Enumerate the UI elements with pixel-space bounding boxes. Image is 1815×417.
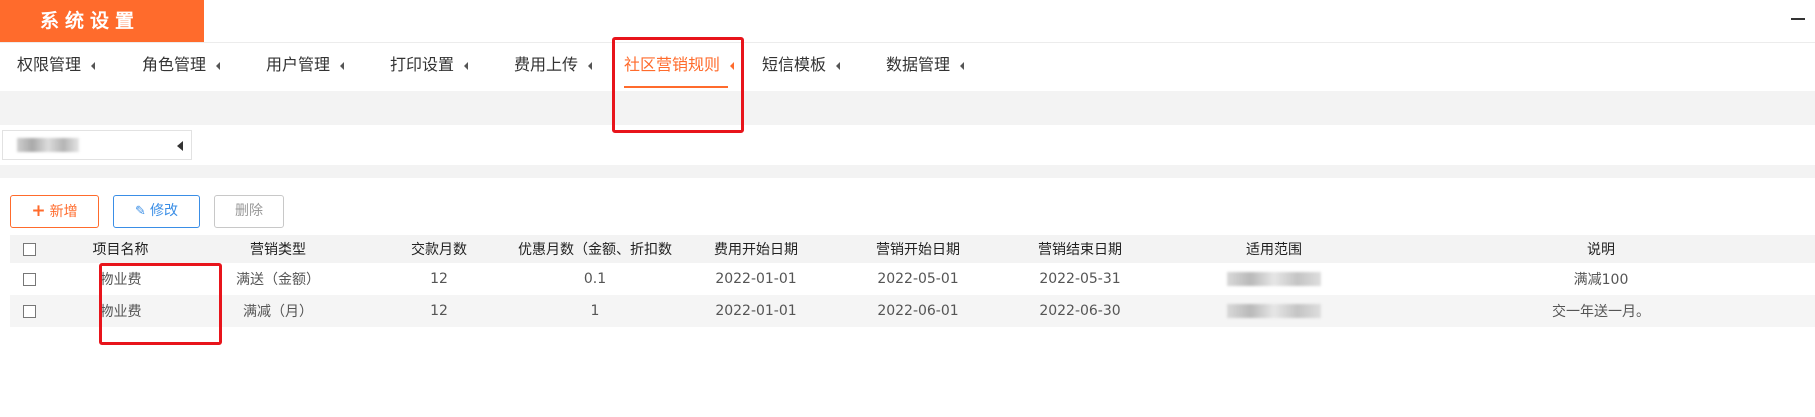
- caret-left-icon: [960, 61, 965, 70]
- tab-fee-upload[interactable]: 费用上传: [514, 42, 593, 90]
- column-header: 费用开始日期: [675, 235, 837, 263]
- filter-band: [0, 91, 1815, 125]
- column-header: 营销类型: [193, 235, 363, 263]
- row-select-cell: [10, 263, 48, 295]
- window-title: 系统设置: [0, 0, 204, 42]
- cell-scope: [1161, 263, 1387, 295]
- column-header: 项目名称: [48, 235, 193, 263]
- highlight-box-active-tab: [612, 37, 744, 133]
- community-select[interactable]: [2, 130, 192, 160]
- caret-left-icon: [91, 61, 96, 70]
- cell-scope: [1161, 295, 1387, 327]
- table-row[interactable]: 物业费 满减（月） 12 1 2022-01-01 2022-06-01 202…: [10, 295, 1815, 327]
- minimize-icon[interactable]: [1791, 18, 1805, 20]
- cell-note: 交一年送一月。: [1387, 295, 1815, 327]
- cell-fee-start: 2022-01-01: [675, 263, 837, 295]
- column-header: 适用范围: [1161, 235, 1387, 263]
- column-header: 营销结束日期: [999, 235, 1161, 263]
- tab-sms-template[interactable]: 短信模板: [762, 42, 841, 90]
- cell-promo-end: 2022-05-31: [999, 263, 1161, 295]
- title-bar: 系统设置: [0, 0, 1815, 43]
- caret-left-icon: [340, 61, 345, 70]
- cell-discount: 0.1: [515, 263, 675, 295]
- cell-promo-end: 2022-06-30: [999, 295, 1161, 327]
- table-row[interactable]: 物业费 满送（金额） 12 0.1 2022-01-01 2022-05-01 …: [10, 263, 1815, 295]
- tab-roles[interactable]: 角色管理: [142, 42, 221, 90]
- cell-promo-start: 2022-06-01: [837, 295, 999, 327]
- caret-left-icon: [177, 141, 183, 151]
- edit-button[interactable]: ✎ 修改: [113, 195, 200, 228]
- cell-months: 12: [363, 295, 515, 327]
- caret-left-icon: [464, 61, 469, 70]
- cell-fee-start: 2022-01-01: [675, 295, 837, 327]
- tab-users[interactable]: 用户管理: [266, 42, 345, 90]
- redacted-value: [17, 138, 79, 152]
- row-checkbox[interactable]: [22, 304, 36, 318]
- column-header: 营销开始日期: [837, 235, 999, 263]
- tab-permission[interactable]: 权限管理: [17, 42, 96, 90]
- row-select-cell: [10, 295, 48, 327]
- tab-data-management[interactable]: 数据管理: [886, 42, 965, 90]
- plus-icon: +: [31, 201, 46, 221]
- caret-left-icon: [588, 61, 593, 70]
- delete-button[interactable]: 删除: [214, 195, 284, 228]
- cell-months: 12: [363, 263, 515, 295]
- cell-discount: 1: [515, 295, 675, 327]
- caret-left-icon: [836, 61, 841, 70]
- table-header-row: 项目名称 营销类型 交款月数 优惠月数（金额、折扣数 费用开始日期 营销开始日期…: [10, 235, 1815, 263]
- select-all-checkbox[interactable]: [22, 242, 36, 256]
- redacted-value: [1227, 304, 1321, 318]
- column-header: 交款月数: [363, 235, 515, 263]
- pencil-icon: ✎: [135, 204, 146, 219]
- top-nav: 权限管理 角色管理 用户管理 打印设置 费用上传 社区营销规则 短信模板 数据管…: [0, 42, 1815, 90]
- column-header: 优惠月数（金额、折扣数: [515, 235, 675, 263]
- column-header: 说明: [1387, 235, 1815, 263]
- cell-promo-start: 2022-05-01: [837, 263, 999, 295]
- add-button[interactable]: + 新增: [10, 195, 99, 228]
- row-checkbox[interactable]: [22, 272, 36, 286]
- select-all-cell: [10, 235, 48, 263]
- redacted-value: [1227, 272, 1321, 286]
- marketing-rules-table: 项目名称 营销类型 交款月数 优惠月数（金额、折扣数 费用开始日期 营销开始日期…: [10, 235, 1815, 327]
- caret-left-icon: [216, 61, 221, 70]
- cell-note: 满减100: [1387, 263, 1815, 295]
- highlight-box-item-column: [99, 263, 222, 345]
- tab-print[interactable]: 打印设置: [390, 42, 469, 90]
- divider-band: [0, 165, 1815, 178]
